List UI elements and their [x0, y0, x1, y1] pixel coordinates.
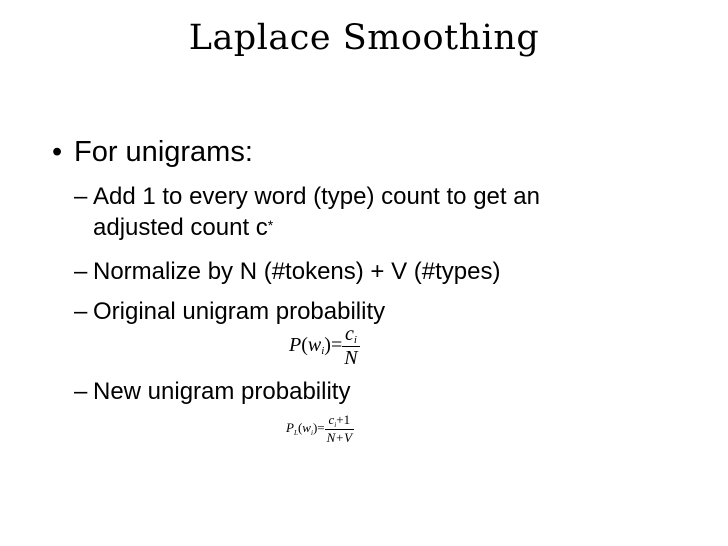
dash-marker: –: [74, 378, 88, 405]
numerator-subscript: i: [353, 334, 357, 346]
fraction-numerator: ci+1: [324, 412, 355, 430]
sub-item-text-line2: adjusted count c*: [74, 212, 540, 243]
sub-item-text-line1: Add 1 to every word (type) count to get …: [93, 183, 540, 210]
fraction-denominator: N: [344, 347, 358, 369]
sub-item-add-one: – Add 1 to every word (type) count to get…: [74, 181, 540, 243]
bullet-text: For unigrams:: [74, 136, 253, 168]
formula-equals: =: [330, 334, 343, 357]
fraction-numerator: ci: [342, 323, 360, 347]
new-probability-formula: PL(wi)= ci+1 N+V: [286, 412, 355, 446]
main-bullet: • For unigrams:: [52, 136, 253, 169]
sub-item-text: New unigram probability: [93, 378, 351, 405]
sub-item-text: Normalize by N (#tokens) + V (#types): [93, 258, 501, 285]
sub-item-normalize: – Normalize by N (#tokens) + V (#types): [74, 256, 500, 287]
formula-equals: =: [317, 419, 325, 435]
formula-w: w: [302, 419, 311, 435]
formula-w: w: [307, 334, 322, 357]
formula-rparen: ): [324, 334, 331, 357]
asterisk-superscript: *: [267, 217, 274, 233]
fraction-denominator: N+V: [326, 430, 353, 445]
numerator-plus-one: +1: [336, 412, 351, 427]
bullet-marker: •: [52, 136, 63, 168]
numerator-c: c: [344, 323, 354, 345]
formula-fraction: ci N: [342, 323, 360, 370]
adjusted-count-text: adjusted count c: [93, 214, 268, 241]
dash-marker: –: [74, 183, 88, 210]
dash-marker: –: [74, 258, 88, 285]
slide-title: Laplace Smoothing: [188, 18, 540, 58]
sub-item-new-prob: – New unigram probability: [74, 376, 350, 407]
formula-p: P: [289, 334, 302, 357]
sub-item-text: Original unigram probability: [93, 298, 386, 325]
original-probability-formula: P(w i)= ci N: [289, 323, 360, 370]
formula-p: P: [286, 419, 294, 435]
formula-lparen: (: [301, 334, 308, 357]
formula-fraction: ci+1 N+V: [324, 412, 355, 446]
dash-marker: –: [74, 298, 88, 325]
